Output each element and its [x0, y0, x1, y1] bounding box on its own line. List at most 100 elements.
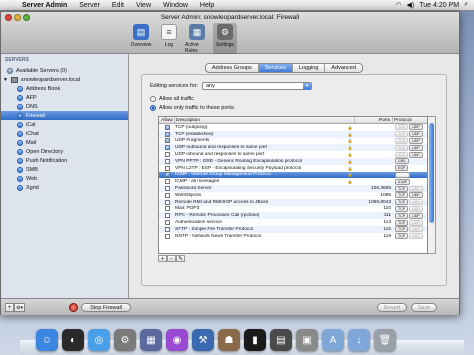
table-row[interactable]: VPN PPTP : GRE - Generic Routing Encapsu… — [159, 157, 427, 165]
tab-logging[interactable]: Logging — [293, 64, 326, 72]
menu-server[interactable]: Server — [73, 2, 106, 9]
menu-view[interactable]: View — [130, 2, 157, 9]
menu-edit[interactable]: Edit — [106, 2, 130, 9]
sidebar-item-service[interactable]: Xgrid — [1, 183, 128, 192]
table-scrollbar[interactable] — [428, 116, 436, 254]
allow-checkbox[interactable] — [164, 186, 170, 192]
column-protocol[interactable]: Protocol — [393, 117, 427, 123]
protocol-pill[interactable]: UDP — [409, 185, 423, 192]
xcode-icon[interactable]: ⚒ — [192, 329, 214, 351]
protocol-pill[interactable]: TCP — [395, 219, 409, 226]
protocol-pill[interactable]: TCP — [395, 124, 409, 131]
protocol-pill[interactable]: TCP — [395, 212, 409, 219]
tab-services[interactable]: Services — [258, 64, 293, 72]
column-allow[interactable]: Allow — [159, 117, 175, 123]
table-row[interactable]: Remote RMI and RMI/IIOP access to JBoss 1… — [159, 198, 427, 206]
column-ports[interactable]: Ports — [355, 117, 393, 123]
column-description[interactable]: Description — [175, 117, 355, 123]
tab-advanced[interactable]: Advanced — [325, 64, 361, 72]
protocol-pill[interactable]: TCP — [395, 226, 409, 233]
tab-address-groups[interactable]: Address Groups — [206, 64, 259, 72]
allow-checkbox[interactable]: ✓ — [164, 131, 170, 137]
allow-checkbox[interactable] — [164, 158, 170, 164]
protocol-pill[interactable]: ESP — [395, 165, 409, 172]
allow-checkbox[interactable] — [164, 213, 170, 219]
sidebar-item-service[interactable]: AFP — [1, 93, 128, 102]
finder-icon[interactable]: ☺ — [36, 329, 58, 351]
allow-only-radio[interactable] — [150, 105, 156, 111]
protocol-pill[interactable]: UDP — [409, 233, 423, 240]
sidebar-item-service[interactable]: Push Notification — [1, 156, 128, 165]
server-app-icon[interactable]: ▣ — [296, 329, 318, 351]
sidebar-item-service[interactable]: iChat — [1, 129, 128, 138]
save-button[interactable]: Save — [411, 303, 437, 312]
protocol-pill[interactable]: TCP — [395, 151, 409, 158]
allow-checkbox[interactable] — [164, 206, 170, 212]
allow-all-radio[interactable] — [150, 96, 156, 102]
allow-all-option[interactable]: Allow all traffic — [150, 96, 194, 102]
trash-icon[interactable]: 🗑 — [374, 329, 396, 351]
protocol-pill[interactable]: TCP — [395, 137, 409, 144]
add-service-button[interactable]: + — [5, 303, 14, 312]
allow-checkbox[interactable]: ✓ — [164, 172, 170, 178]
podcast-icon[interactable]: ◉ — [166, 329, 188, 351]
allow-checkbox[interactable] — [164, 179, 170, 185]
protocol-pill[interactable]: UDP — [409, 192, 423, 199]
toolbar-active-rules[interactable]: ▦ Active Rules — [185, 23, 209, 54]
protocol-pill[interactable]: UDP — [409, 199, 423, 206]
edit-rule-button[interactable]: ✎ — [176, 255, 185, 262]
toolbar-settings[interactable]: ⚙ Settings — [213, 23, 237, 54]
terminal-icon[interactable]: ▮ — [244, 329, 266, 351]
clock[interactable]: Tue 4:20 PM — [419, 2, 459, 9]
server-admin-icon[interactable]: ▦ — [140, 329, 162, 351]
table-row[interactable]: Password Server 106,3659 TCP UDP — [159, 185, 427, 192]
protocol-pill[interactable]: TCP — [395, 233, 409, 240]
sidebar-item-service[interactable]: Web — [1, 174, 128, 183]
sidebar-item-service[interactable]: Open Directory — [1, 147, 128, 156]
protocol-pill[interactable]: UDP — [409, 219, 423, 226]
menu-window[interactable]: Window — [157, 2, 194, 9]
sidebar-item-service[interactable]: Mail — [1, 138, 128, 147]
table-row[interactable]: RPC - Remote Procedure Call (rpcbind) 111… — [159, 212, 427, 220]
protocol-pill[interactable]: UDP — [409, 151, 423, 158]
safari-icon[interactable]: ◎ — [88, 329, 110, 351]
workgroup-manager-icon[interactable]: ☗ — [218, 329, 240, 351]
protocol-pill[interactable]: GRE — [395, 158, 409, 165]
volume-icon[interactable]: ◀) — [407, 1, 415, 9]
table-row[interactable]: NNTP - Network News Transfer Protocol 119… — [159, 233, 427, 240]
table-row[interactable]: UDP inbound and responses to same port 🔒 T… — [159, 151, 427, 158]
allow-checkbox[interactable]: ✓ — [164, 138, 170, 144]
sidebar-item-service[interactable]: SMB — [1, 165, 128, 174]
menu-app-name[interactable]: Server Admin — [16, 2, 73, 9]
allow-checkbox[interactable] — [164, 220, 170, 226]
allow-checkbox[interactable] — [164, 233, 170, 239]
table-row[interactable]: ICMP - all messages 🔒 ICMP — [159, 178, 427, 185]
sidebar-item-service[interactable]: Firewall — [1, 111, 128, 120]
protocol-pill[interactable]: ICMP — [395, 171, 410, 178]
menu-help[interactable]: Help — [194, 2, 220, 9]
activity-monitor-icon[interactable]: ▤ — [270, 329, 292, 351]
sidebar-item-service[interactable]: Address Book — [1, 84, 128, 93]
address-group-select[interactable]: any ▾ — [202, 82, 312, 90]
protocol-pill[interactable]: UDP — [409, 226, 423, 233]
table-row[interactable]: ✓ UDP Fragments 🔒 TCP UDP — [159, 137, 427, 145]
allow-checkbox[interactable] — [164, 192, 170, 198]
add-rule-button[interactable]: + — [158, 255, 167, 262]
protocol-pill[interactable]: UDP — [409, 137, 423, 144]
sidebar-server[interactable]: ▼ snowleopardserver.local — [1, 75, 128, 84]
spotlight-icon[interactable]: ⌕ — [464, 1, 468, 9]
allow-checkbox[interactable]: ✓ — [164, 124, 170, 130]
scrollbar-thumb[interactable] — [429, 123, 434, 223]
protocol-pill[interactable]: TCP — [395, 205, 409, 212]
sidebar-item-service[interactable]: DNS — [1, 102, 128, 111]
action-menu-button[interactable]: ⚙▾ — [14, 303, 25, 312]
table-row[interactable]: ✓ TCP (established) 🔒 TCP UDP — [159, 130, 427, 138]
protocol-pill[interactable]: TCP — [395, 144, 409, 151]
table-row[interactable]: WebObjects 1085 TCP UDP — [159, 192, 427, 199]
revert-button[interactable]: Revert — [377, 303, 407, 312]
protocol-pill[interactable]: UDP — [409, 124, 423, 131]
stop-firewall-button[interactable]: Stop Firewall — [81, 303, 131, 312]
allow-checkbox[interactable] — [164, 165, 170, 171]
applications-folder-icon[interactable]: A — [322, 329, 344, 351]
table-row[interactable]: ✓ TCP (outgoing) 🔒 TCP UDP — [159, 124, 427, 131]
